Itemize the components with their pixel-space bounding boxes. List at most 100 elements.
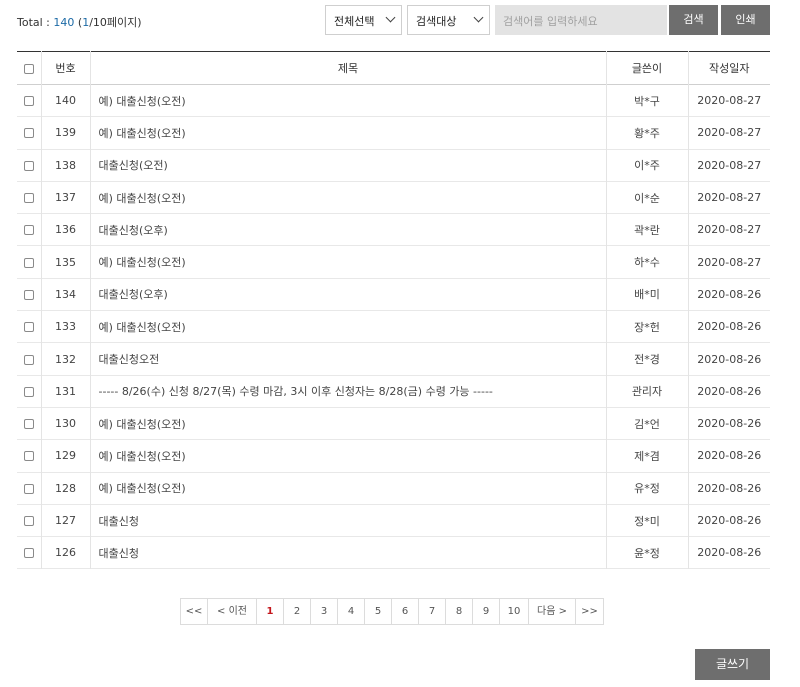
next-page-button[interactable]: 다음 > [528, 598, 576, 625]
table-row[interactable]: 128 예) 대출신청(오전) 유*정 2020-08-26 [17, 472, 770, 505]
chevron-down-icon [473, 12, 484, 23]
row-checkbox[interactable] [23, 257, 34, 268]
row-title-link[interactable]: 대출신청(오후) [89, 213, 606, 246]
page-3[interactable]: 3 [310, 598, 338, 625]
search-target-dropdown[interactable]: 검색대상 [407, 5, 490, 35]
page-5[interactable]: 5 [364, 598, 392, 625]
row-checkbox[interactable] [23, 225, 34, 236]
row-number: 135 [40, 245, 90, 279]
row-number: 127 [40, 504, 90, 537]
table-row[interactable]: 126 대출신청 윤*정 2020-08-26 [17, 536, 770, 569]
row-checkbox[interactable] [23, 128, 34, 139]
table-row[interactable]: 133 예) 대출신청(오전) 장*헌 2020-08-26 [17, 310, 770, 343]
page-4[interactable]: 4 [337, 598, 365, 625]
search-input[interactable]: 검색어를 입력하세요 [495, 5, 667, 35]
page-8[interactable]: 8 [445, 598, 473, 625]
row-checkbox[interactable] [23, 96, 34, 107]
row-author: 전*경 [605, 342, 688, 376]
row-checkbox-cell [17, 214, 41, 246]
row-title-link[interactable]: 대출신청 [89, 504, 606, 537]
row-title-link[interactable]: 대출신청(오후) [89, 278, 606, 311]
row-date: 2020-08-27 [687, 116, 770, 150]
row-title-link[interactable]: ----- 8/26(수) 신청 8/27(목) 수령 마감, 3시 이후 신청… [89, 375, 606, 408]
row-checkbox[interactable] [23, 451, 34, 462]
table-row[interactable]: 132 대출신청오전 전*경 2020-08-26 [17, 342, 770, 376]
page-10[interactable]: 10 [499, 598, 529, 625]
row-number: 131 [40, 375, 90, 408]
select-all-dropdown[interactable]: 전체선택 [325, 5, 402, 35]
row-author: 이*순 [605, 181, 688, 214]
row-checkbox-cell [17, 537, 41, 569]
row-checkbox-cell [17, 472, 41, 504]
search-button[interactable]: 검색 [669, 5, 718, 35]
write-post-button[interactable]: 글쓰기 [695, 649, 770, 680]
row-title-link[interactable]: 예) 대출신청(오전) [89, 472, 606, 505]
row-date: 2020-08-26 [687, 536, 770, 569]
page-total: /10 [89, 16, 107, 29]
row-checkbox[interactable] [23, 548, 34, 559]
row-date: 2020-08-26 [687, 375, 770, 408]
row-title-link[interactable]: 예) 대출신청(오전) [89, 439, 606, 473]
table-row[interactable]: 137 예) 대출신청(오전) 이*순 2020-08-27 [17, 181, 770, 214]
row-title-link[interactable]: 대출신청오전 [89, 342, 606, 376]
page-9[interactable]: 9 [472, 598, 500, 625]
row-title-link[interactable]: 예) 대출신청(오전) [89, 84, 606, 117]
row-checkbox[interactable] [23, 483, 34, 494]
row-author: 김*언 [605, 407, 688, 440]
row-title-link[interactable]: 대출신청 [89, 536, 606, 569]
row-checkbox[interactable] [23, 160, 34, 171]
row-checkbox-cell [17, 504, 41, 536]
row-checkbox[interactable] [23, 386, 34, 397]
row-number: 128 [40, 472, 90, 505]
row-author: 관리자 [605, 375, 688, 408]
row-date: 2020-08-26 [687, 310, 770, 343]
row-date: 2020-08-27 [687, 213, 770, 246]
table-row[interactable]: 136 대출신청(오후) 곽*란 2020-08-27 [17, 213, 770, 246]
row-title-link[interactable]: 예) 대출신청(오전) [89, 181, 606, 214]
page-6[interactable]: 6 [391, 598, 419, 625]
table-row[interactable]: 130 예) 대출신청(오전) 김*언 2020-08-26 [17, 407, 770, 440]
row-date: 2020-08-26 [687, 439, 770, 473]
row-date: 2020-08-27 [687, 84, 770, 117]
row-author: 배*미 [605, 278, 688, 311]
page-2[interactable]: 2 [283, 598, 311, 625]
row-author: 황*주 [605, 116, 688, 150]
first-page-button[interactable]: << [180, 598, 208, 625]
row-title-link[interactable]: 예) 대출신청(오전) [89, 407, 606, 440]
header-date: 작성일자 [687, 51, 770, 85]
row-checkbox[interactable] [23, 354, 34, 365]
total-count: 140 [53, 16, 75, 29]
table-row[interactable]: 131 ----- 8/26(수) 신청 8/27(목) 수령 마감, 3시 이후… [17, 375, 770, 408]
table-row[interactable]: 127 대출신청 정*미 2020-08-26 [17, 504, 770, 537]
page-1[interactable]: 1 [256, 598, 284, 625]
row-date: 2020-08-26 [687, 504, 770, 537]
row-checkbox-cell [17, 181, 41, 213]
select-all-checkbox[interactable] [23, 63, 34, 74]
table-row[interactable]: 129 예) 대출신청(오전) 제*겸 2020-08-26 [17, 439, 770, 473]
row-title-link[interactable]: 예) 대출신청(오전) [89, 310, 606, 343]
print-button[interactable]: 인쇄 [721, 5, 770, 35]
table-row[interactable]: 134 대출신청(오후) 배*미 2020-08-26 [17, 278, 770, 311]
table-row[interactable]: 138 대출신청(오전) 이*주 2020-08-27 [17, 149, 770, 182]
row-checkbox[interactable] [23, 289, 34, 300]
row-date: 2020-08-27 [687, 181, 770, 214]
row-checkbox[interactable] [23, 193, 34, 204]
row-title-link[interactable]: 예) 대출신청(오전) [89, 116, 606, 150]
table-row[interactable]: 140 예) 대출신청(오전) 박*구 2020-08-27 [17, 84, 770, 117]
search-placeholder: 검색어를 입력하세요 [503, 15, 598, 28]
row-number: 139 [40, 116, 90, 150]
last-page-button[interactable]: >> [575, 598, 604, 625]
table-row[interactable]: 135 예) 대출신청(오전) 하*수 2020-08-27 [17, 245, 770, 279]
row-checkbox-cell [17, 440, 41, 472]
row-checkbox[interactable] [23, 419, 34, 430]
row-title-link[interactable]: 대출신청(오전) [89, 149, 606, 182]
row-title-link[interactable]: 예) 대출신청(오전) [89, 245, 606, 279]
row-checkbox-cell [17, 343, 41, 375]
page-7[interactable]: 7 [418, 598, 446, 625]
row-checkbox[interactable] [23, 322, 34, 333]
row-checkbox-cell [17, 149, 41, 181]
row-number: 129 [40, 439, 90, 473]
row-checkbox[interactable] [23, 516, 34, 526]
prev-page-button[interactable]: < 이전 [207, 598, 257, 625]
table-row[interactable]: 139 예) 대출신청(오전) 황*주 2020-08-27 [17, 116, 770, 150]
